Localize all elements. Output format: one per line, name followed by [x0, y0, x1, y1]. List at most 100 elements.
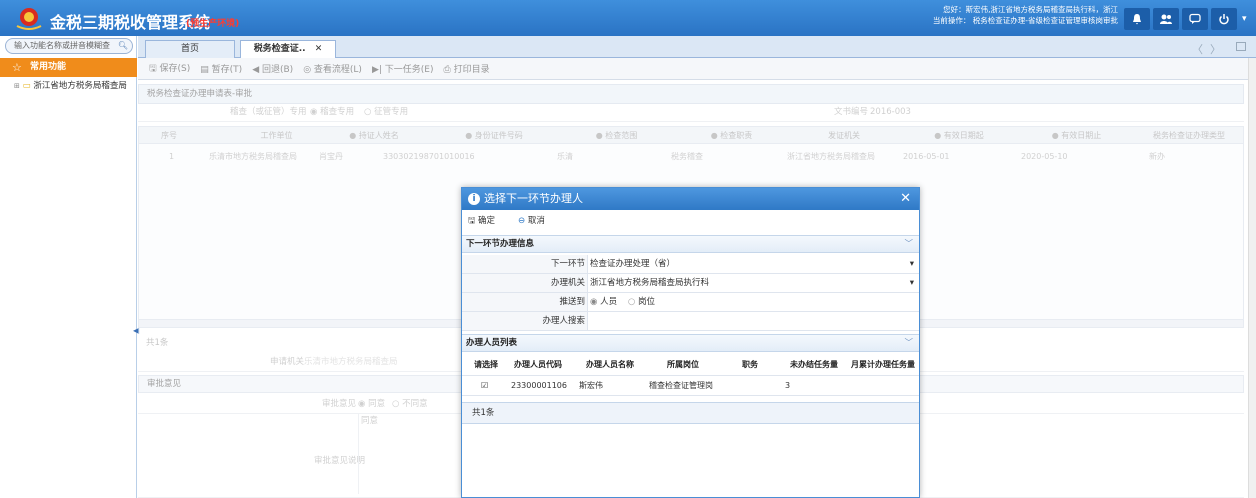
tree-root-label: 浙江省地方税务局稽查局 [33, 81, 127, 91]
toolbar: 🖫 保存(S) ▤ 暂存(T) ◀ 回退(B) ◎ 查看流程(L) ▶| 下一任… [138, 58, 1248, 80]
favorites-label: 常用功能 [30, 62, 67, 72]
cell-duty [724, 376, 727, 396]
next-step-select[interactable]: 检查证办理处理（省） ▾ [590, 255, 916, 273]
org-tree-root[interactable]: ⊞ ▭ 浙江省地方税务局稽查局 [14, 79, 127, 91]
dialog-confirm-button[interactable]: 🖫 确定 [468, 214, 495, 229]
dialog-title-bar: i 选择下一环节办理人 ✕ [462, 188, 919, 210]
push-person-label: 人员 [600, 297, 618, 307]
push-radio-post[interactable]: ○ 岗位 [628, 297, 655, 307]
current-operation: 当前操作： 税务检查证办理-省级检查证管理审核岗审批 [932, 16, 1118, 25]
expand-icon[interactable]: ⊞ [14, 82, 20, 90]
save-label: 保存(S) [159, 63, 191, 74]
message-button[interactable] [1182, 8, 1208, 30]
bell-icon [1133, 14, 1141, 25]
list-section-label: 办理人员列表 [466, 338, 518, 348]
cell-name: 斯宏伟 [579, 381, 603, 390]
dialog-cancel-button[interactable]: ⊖ 取消 [518, 214, 545, 226]
print-catalog-label: 打印目录 [453, 65, 490, 75]
col-monthly: 月累计办理任务量 [851, 360, 915, 369]
temp-save-label: 暂存(T) [211, 65, 243, 75]
dropdown-arrow-icon[interactable]: ▾ [910, 255, 914, 273]
user-greeting: 您好：斯宏伟,浙江省地方税务局稽查局执行科，浙江 [943, 5, 1118, 14]
next-task-label: 下一任务(E) [384, 65, 434, 75]
confirm-label: 确定 [477, 216, 495, 226]
select-handler-dialog: i 选择下一环节办理人 ✕ 🖫 确定 ⊖ 取消 下一环节办理信息 ﹀ 下一环节 … [461, 187, 920, 498]
push-post-label: 岗位 [637, 297, 655, 307]
save-button[interactable]: 🖫 保存(S) [146, 61, 193, 77]
dialog-close-icon[interactable]: ✕ [900, 188, 911, 210]
info-icon: i [468, 193, 480, 205]
cell-pending: 3 [785, 381, 791, 390]
app-header: 金税三期税收管理系统 (预生产环境) 您好：斯宏伟,浙江省地方税务局稽查局执行科… [0, 0, 1256, 36]
cancel-icon: ⊖ [518, 216, 526, 226]
tax-emblem-logo [16, 8, 42, 30]
handling-org-row: 办理机关 浙江省地方税务局稽查局执行科 ▾ [462, 274, 919, 293]
notification-bell-button[interactable] [1124, 8, 1150, 30]
handler-list-section-header[interactable]: 办理人员列表 ﹀ [462, 334, 919, 352]
handler-search-row: 办理人搜索 [462, 312, 919, 331]
star-icon: ☆ [12, 61, 22, 74]
handling-org-select[interactable]: 浙江省地方税务局稽查局执行科 ▾ [590, 274, 916, 292]
next-step-section-header[interactable]: 下一环节办理信息 ﹀ [462, 235, 919, 253]
close-tab-icon[interactable]: ✕ [315, 44, 323, 54]
tab-tax-inspection-label: 税务检查证.. [253, 44, 306, 54]
power-icon [1219, 14, 1229, 25]
chat-icon [1189, 13, 1201, 24]
push-to-row: 推送到 ◉ 人员 ○ 岗位 [462, 293, 919, 312]
handler-count: 共1条 [462, 402, 919, 424]
cell-code: 23300001106 [511, 381, 567, 390]
push-to-options: ◉ 人员 ○ 岗位 [590, 293, 916, 311]
folder-icon: ▭ [22, 81, 31, 91]
temp-save-button[interactable]: ▤ 暂存(T) [197, 62, 245, 75]
cell-post: 稽查检查证管理岗 [649, 381, 713, 390]
cancel-label: 取消 [527, 216, 545, 226]
logout-button[interactable] [1211, 8, 1237, 30]
handler-table-header: 请选择 办理人员代码 办理人员名称 所属岗位 职务 未办结任务量 月累计办理任务… [462, 354, 919, 376]
next-step-label: 下一环节 [462, 255, 588, 273]
push-to-label: 推送到 [462, 293, 588, 311]
return-label: 回退(B) [261, 65, 294, 75]
users-icon [1160, 14, 1172, 24]
dropdown-arrow-icon[interactable]: ▾ [910, 274, 914, 292]
table-row[interactable]: ☑ 23300001106 斯宏伟 稽查检查证管理岗 3 [462, 376, 919, 396]
col-select: 请选择 [474, 360, 498, 369]
view-flow-label: 查看流程(L) [313, 65, 362, 75]
col-name: 办理人员名称 [586, 360, 634, 369]
tab-tax-inspection[interactable]: 税务检查证.. ✕ [240, 40, 336, 58]
col-duty: 职务 [742, 360, 758, 369]
users-button[interactable] [1153, 8, 1179, 30]
cell-monthly [848, 376, 851, 396]
col-pending: 未办结任务量 [790, 360, 838, 369]
environment-badge: (预生产环境) [186, 19, 240, 29]
next-step-row: 下一环节 检查证办理处理（省） ▾ [462, 255, 919, 274]
page-vertical-scrollbar[interactable] [1248, 58, 1256, 498]
maximize-icon[interactable] [1236, 42, 1246, 51]
handling-org-label: 办理机关 [462, 274, 588, 292]
favorites-header[interactable]: ☆ 常用功能 [0, 58, 137, 77]
handler-search-input[interactable] [590, 312, 916, 330]
section-collapse-icon[interactable]: ﹀ [904, 335, 913, 352]
tab-home[interactable]: 首页 [145, 40, 235, 58]
tab-next-icon[interactable]: 〉 [1210, 41, 1221, 57]
next-task-button[interactable]: ▶| 下一任务(E) [369, 62, 437, 75]
tab-prev-icon[interactable]: 〈 [1192, 41, 1203, 57]
print-catalog-button[interactable]: ⎙ 打印目录 [441, 62, 493, 75]
function-search-input[interactable]: 输入功能名称或拼音模糊查 🔍︎ [5, 38, 133, 54]
handler-search-label: 办理人搜索 [462, 312, 588, 330]
col-post: 所属岗位 [667, 360, 699, 369]
search-icon[interactable]: 🔍︎ [118, 39, 128, 53]
col-code: 办理人员代码 [514, 360, 562, 369]
info-section-label: 下一环节办理信息 [466, 239, 535, 249]
search-placeholder: 输入功能名称或拼音模糊查 [14, 41, 110, 50]
row-select-checkbox[interactable]: ☑ [478, 376, 488, 396]
tab-home-label: 首页 [180, 44, 199, 54]
view-flow-button[interactable]: ◎ 查看流程(L) [300, 62, 365, 75]
return-button[interactable]: ◀ 回退(B) [249, 62, 296, 75]
next-step-value: 检查证办理处理（省） [590, 259, 676, 269]
dialog-title: 选择下一环节办理人 [484, 192, 583, 205]
sidebar [0, 36, 137, 498]
push-radio-person[interactable]: ◉ 人员 [590, 297, 617, 307]
section-collapse-icon[interactable]: ﹀ [904, 236, 913, 253]
menu-dropdown-icon[interactable]: ▾ [1242, 14, 1247, 24]
user-info: 您好：斯宏伟,浙江省地方税务局稽查局执行科，浙江 当前操作： 税务检查证办理-省… [880, 4, 1118, 26]
